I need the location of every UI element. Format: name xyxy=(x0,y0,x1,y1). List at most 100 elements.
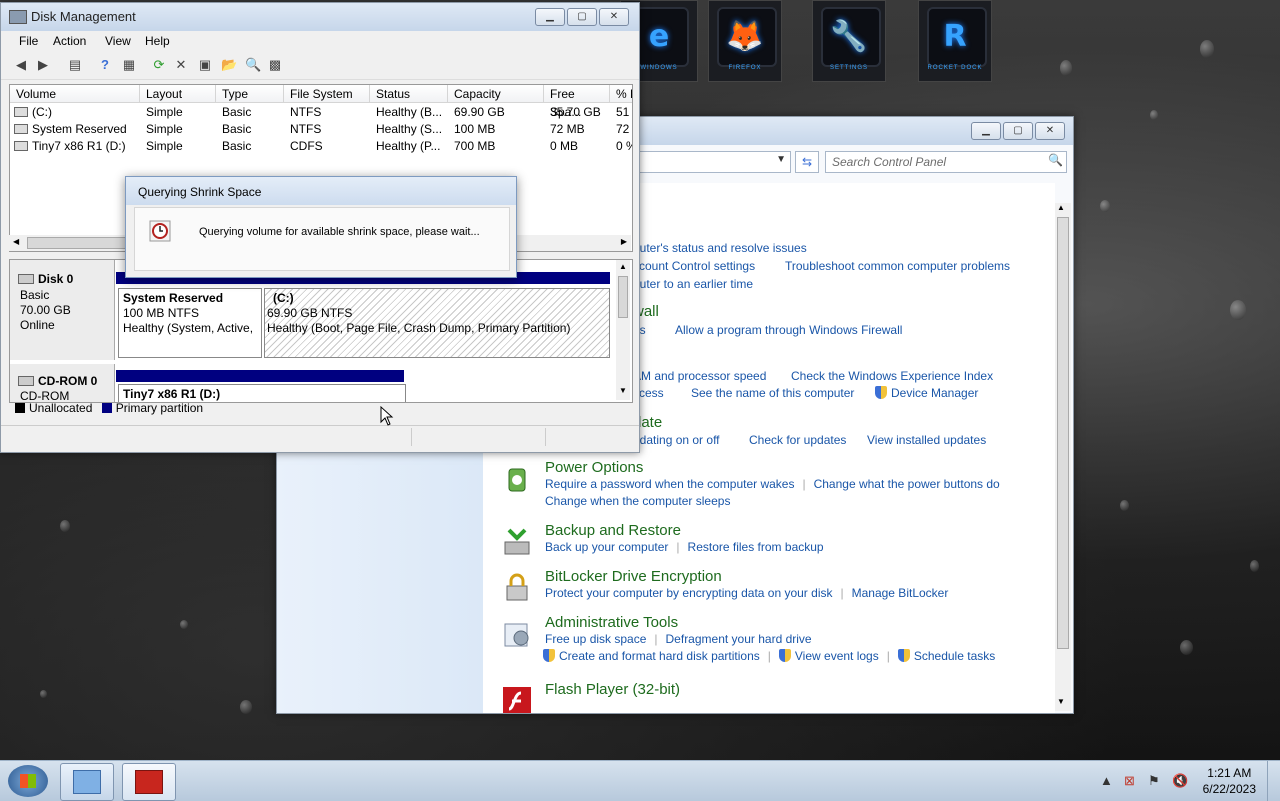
menu-action[interactable]: Action xyxy=(53,34,86,48)
link-allow-program[interactable]: Allow a program through Windows Firewall xyxy=(675,323,902,337)
search-icon[interactable]: 🔍 xyxy=(1048,153,1063,167)
link-schedule-tasks[interactable]: Schedule tasks xyxy=(914,649,995,663)
dock-settings-icon[interactable]: 🔧 SETTINGS xyxy=(812,0,886,82)
forward-icon[interactable]: ▶ xyxy=(35,57,51,73)
power-options-heading[interactable]: Power Options xyxy=(545,459,643,476)
address-dropdown-icon[interactable]: ▼ xyxy=(776,154,786,165)
scroll-right-icon[interactable]: ▶ xyxy=(621,237,627,246)
scroll-thumb[interactable] xyxy=(27,237,129,249)
taskbar-control-panel[interactable] xyxy=(60,763,114,801)
disk0-info[interactable]: Disk 0 Basic 70.00 GB Online xyxy=(10,260,115,360)
bitlocker-heading[interactable]: BitLocker Drive Encryption xyxy=(545,568,722,585)
separator: | xyxy=(654,632,658,646)
maximize-button[interactable]: ▢ xyxy=(567,8,597,26)
refresh-icon[interactable]: ⟳ xyxy=(151,57,167,73)
show-desktop-button[interactable] xyxy=(1267,761,1280,801)
scroll-up-icon[interactable]: ▲ xyxy=(619,262,627,271)
table-cell[interactable]: (C:) xyxy=(32,105,52,119)
column-free-space[interactable]: Free Spa... xyxy=(544,85,610,119)
checkmark-icon[interactable]: ▣ xyxy=(197,57,213,73)
link-auto-update[interactable]: pdating on or off xyxy=(633,433,720,447)
column-status[interactable]: Status xyxy=(370,85,448,103)
column-layout[interactable]: Layout xyxy=(140,85,216,103)
link-view-event-logs[interactable]: View event logs xyxy=(795,649,879,663)
disk-management-titlebar[interactable]: Disk Management ▁ ▢ ✕ xyxy=(1,3,639,31)
dialog-titlebar[interactable]: Querying Shrink Space xyxy=(126,177,516,205)
link-experience-index[interactable]: Check the Windows Experience Index xyxy=(791,369,993,383)
cdrom0-info[interactable]: CD-ROM 0 CD-ROM xyxy=(10,364,115,402)
link-encrypt-disk[interactable]: Protect your computer by encrypting data… xyxy=(545,586,832,600)
link-device-manager[interactable]: Device Manager xyxy=(875,386,978,400)
taskbar-disk-management[interactable] xyxy=(122,763,176,801)
link-create-format-partitions[interactable]: Create and format hard disk partitions xyxy=(559,649,760,663)
link-restore-files[interactable]: Restore files from backup xyxy=(688,540,824,554)
link-installed-updates[interactable]: View installed updates xyxy=(867,433,986,447)
refresh-icon[interactable]: ⇆ xyxy=(795,151,819,173)
menu-help[interactable]: Help xyxy=(145,34,170,48)
search-icon[interactable]: 🔍 xyxy=(245,57,261,73)
show-hidden-icons[interactable]: ▲ xyxy=(1100,773,1113,788)
search-placeholder: Search Control Panel xyxy=(832,155,947,169)
start-button[interactable] xyxy=(8,765,48,797)
link-back-up[interactable]: Back up your computer xyxy=(545,540,668,554)
volume-muted-icon[interactable]: 🔇 xyxy=(1172,773,1188,789)
link-computer-status[interactable]: puter's status and resolve issues xyxy=(633,241,807,255)
flash-player-heading[interactable]: Flash Player (32-bit) xyxy=(545,681,680,698)
backup-restore-heading[interactable]: Backup and Restore xyxy=(545,522,681,539)
partition-c-drive[interactable]: (C:) 69.90 GB NTFS Healthy (Boot, Page F… xyxy=(264,288,610,358)
graph-vertical-scrollbar[interactable]: ▲ ▼ xyxy=(616,260,630,400)
help-icon[interactable]: ? xyxy=(97,57,113,73)
link-computer-name[interactable]: See the name of this computer xyxy=(691,386,854,400)
link-restore-earlier[interactable]: puter to an earlier time xyxy=(633,277,753,291)
column-volume[interactable]: Volume xyxy=(10,85,140,103)
settings-icon[interactable]: ▩ xyxy=(267,57,283,73)
toolbar: ◀ ▶ ▤ ? ▦ ⟳ ✕ ▣ 📂 🔍 ▩ xyxy=(1,53,639,80)
dock-firefox-icon[interactable]: 🦊 FIREFOX xyxy=(708,0,782,82)
link-require-password[interactable]: Require a password when the computer wak… xyxy=(545,477,794,491)
table-cell[interactable]: Tiny7 x86 R1 (D:) xyxy=(32,139,126,153)
scroll-down-icon[interactable]: ▼ xyxy=(1057,697,1065,706)
link-defragment[interactable]: Defragment your hard drive xyxy=(666,632,812,646)
vertical-scrollbar[interactable]: ▲ ▼ xyxy=(1055,203,1071,711)
action-center-icon[interactable]: ⚑ xyxy=(1148,773,1160,789)
maximize-button[interactable]: ▢ xyxy=(1003,122,1033,140)
disk0-name: Disk 0 xyxy=(38,272,74,286)
link-free-disk-space[interactable]: Free up disk space xyxy=(545,632,646,646)
delete-icon[interactable]: ✕ xyxy=(173,57,189,73)
cdrom-icon xyxy=(18,376,34,386)
admin-tools-heading[interactable]: Administrative Tools xyxy=(545,614,678,631)
dock-rocketdock-icon[interactable]: R ROCKET DOCK xyxy=(918,0,992,82)
console-tree-icon[interactable]: ▤ xyxy=(67,57,83,73)
close-button[interactable]: ✕ xyxy=(599,8,629,26)
open-folder-icon[interactable]: 📂 xyxy=(221,57,237,73)
legend-primary: Primary partition xyxy=(115,401,204,415)
network-icon[interactable]: ⊠ xyxy=(1124,773,1135,789)
scroll-up-icon[interactable]: ▲ xyxy=(1057,203,1065,212)
table-cell[interactable]: System Reserved xyxy=(32,122,127,136)
link-troubleshoot[interactable]: Troubleshoot common computer problems xyxy=(785,259,1010,273)
scroll-thumb[interactable] xyxy=(1057,217,1069,649)
search-input[interactable]: Search Control Panel 🔍 xyxy=(825,151,1067,173)
partition-system-reserved[interactable]: System Reserved 100 MB NTFS Healthy (Sys… xyxy=(118,288,262,358)
column-capacity[interactable]: Capacity xyxy=(448,85,544,103)
link-manage-bitlocker[interactable]: Manage BitLocker xyxy=(852,586,949,600)
link-check-updates[interactable]: Check for updates xyxy=(749,433,846,447)
link-ram-processor[interactable]: AM and processor speed xyxy=(633,369,766,383)
scroll-thumb[interactable] xyxy=(618,276,628,318)
minimize-button[interactable]: ▁ xyxy=(971,122,1001,140)
scroll-down-icon[interactable]: ▼ xyxy=(619,386,627,395)
back-icon[interactable]: ◀ xyxy=(13,57,29,73)
properties-icon[interactable]: ▦ xyxy=(121,57,137,73)
clock[interactable]: 1:21 AM 6/22/2023 xyxy=(1203,766,1256,796)
link-uac-settings[interactable]: ccount Control settings xyxy=(633,259,755,273)
close-button[interactable]: ✕ xyxy=(1035,122,1065,140)
link-power-buttons[interactable]: Change what the power buttons do xyxy=(814,477,1000,491)
menu-file[interactable]: File xyxy=(19,34,38,48)
column-percent-free[interactable]: % F xyxy=(610,85,632,103)
link-computer-sleeps[interactable]: Change when the computer sleeps xyxy=(545,494,730,508)
column-file-system[interactable]: File System xyxy=(284,85,370,103)
menu-view[interactable]: View xyxy=(105,34,131,48)
minimize-button[interactable]: ▁ xyxy=(535,8,565,26)
scroll-left-icon[interactable]: ◀ xyxy=(13,237,19,246)
column-type[interactable]: Type xyxy=(216,85,284,103)
